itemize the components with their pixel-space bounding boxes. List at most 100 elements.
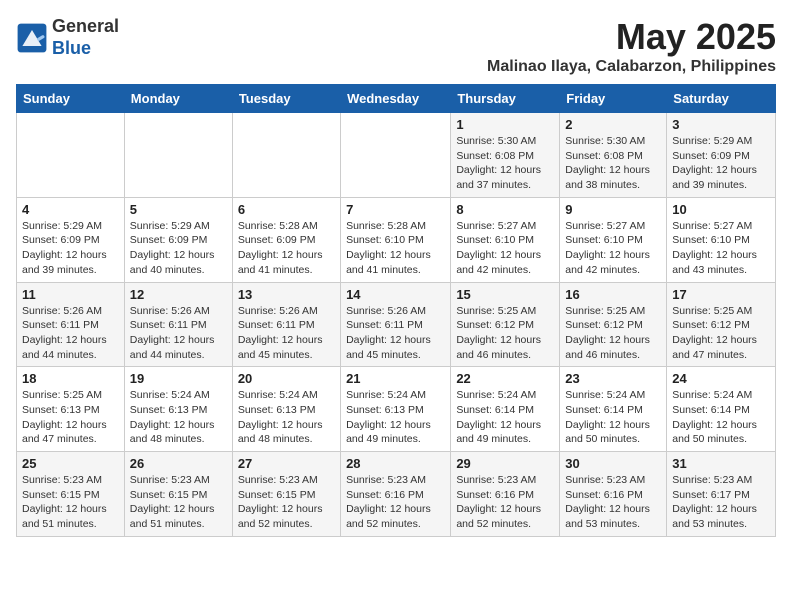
day-number: 5 bbox=[130, 202, 227, 217]
calendar-cell: 18 Sunrise: 5:25 AM Sunset: 6:13 PM Dayli… bbox=[17, 367, 125, 452]
calendar-cell bbox=[17, 113, 125, 198]
day-info: Sunrise: 5:28 AM Sunset: 6:09 PM Dayligh… bbox=[238, 219, 335, 278]
calendar-cell: 13Sunrise: 5:26 AM Sunset: 6:11 PM Dayli… bbox=[232, 282, 340, 367]
logo-general-text: General bbox=[52, 16, 119, 38]
day-info: Sunrise: 5:24 AM Sunset: 6:14 PM Dayligh… bbox=[672, 388, 770, 447]
calendar-cell: 20Sunrise: 5:24 AM Sunset: 6:13 PM Dayli… bbox=[232, 367, 340, 452]
day-info: Sunrise: 5:23 AM Sunset: 6:15 PM Dayligh… bbox=[130, 473, 227, 532]
day-number: 19 bbox=[130, 371, 227, 386]
calendar-cell bbox=[232, 113, 340, 198]
header-cell-sunday: Sunday bbox=[17, 85, 125, 113]
day-number: 12 bbox=[130, 287, 227, 302]
calendar-header-row: SundayMondayTuesdayWednesdayThursdayFrid… bbox=[17, 85, 776, 113]
day-number: 4 bbox=[22, 202, 119, 217]
day-number: 13 bbox=[238, 287, 335, 302]
calendar-week-row: 4 Sunrise: 5:29 AM Sunset: 6:09 PM Daylig… bbox=[17, 197, 776, 282]
calendar-cell: 22 Sunrise: 5:24 AM Sunset: 6:14 PM Dayli… bbox=[451, 367, 560, 452]
logo-blue-text: Blue bbox=[52, 38, 119, 60]
day-number: 7 bbox=[346, 202, 445, 217]
day-info: Sunrise: 5:30 AM Sunset: 6:08 PM Dayligh… bbox=[565, 134, 661, 193]
calendar-cell: 14 Sunrise: 5:26 AM Sunset: 6:11 PM Dayli… bbox=[341, 282, 451, 367]
day-info: Sunrise: 5:28 AM Sunset: 6:10 PM Dayligh… bbox=[346, 219, 445, 278]
header-cell-monday: Monday bbox=[124, 85, 232, 113]
calendar-cell: 8 Sunrise: 5:27 AM Sunset: 6:10 PM Daylig… bbox=[451, 197, 560, 282]
day-number: 24 bbox=[672, 371, 770, 386]
day-info: Sunrise: 5:26 AM Sunset: 6:11 PM Dayligh… bbox=[346, 304, 445, 363]
calendar-cell: 27 Sunrise: 5:23 AM Sunset: 6:15 PM Dayli… bbox=[232, 452, 340, 537]
title-area: May 2025 Malinao Ilaya, Calabarzon, Phil… bbox=[487, 16, 776, 76]
calendar-cell: 7 Sunrise: 5:28 AM Sunset: 6:10 PM Daylig… bbox=[341, 197, 451, 282]
day-info: Sunrise: 5:26 AM Sunset: 6:11 PM Dayligh… bbox=[22, 304, 119, 363]
header-cell-friday: Friday bbox=[560, 85, 667, 113]
header: General Blue May 2025 Malinao Ilaya, Cal… bbox=[16, 16, 776, 76]
logo-icon bbox=[16, 22, 48, 54]
day-info: Sunrise: 5:29 AM Sunset: 6:09 PM Dayligh… bbox=[130, 219, 227, 278]
calendar-cell: 9Sunrise: 5:27 AM Sunset: 6:10 PM Daylig… bbox=[560, 197, 667, 282]
day-number: 14 bbox=[346, 287, 445, 302]
calendar-cell: 31 Sunrise: 5:23 AM Sunset: 6:17 PM Dayli… bbox=[667, 452, 776, 537]
logo-text: General Blue bbox=[52, 16, 119, 59]
day-number: 27 bbox=[238, 456, 335, 471]
day-info: Sunrise: 5:23 AM Sunset: 6:16 PM Dayligh… bbox=[456, 473, 554, 532]
calendar-cell: 11 Sunrise: 5:26 AM Sunset: 6:11 PM Dayli… bbox=[17, 282, 125, 367]
day-info: Sunrise: 5:24 AM Sunset: 6:14 PM Dayligh… bbox=[565, 388, 661, 447]
header-cell-tuesday: Tuesday bbox=[232, 85, 340, 113]
header-cell-wednesday: Wednesday bbox=[341, 85, 451, 113]
day-info: Sunrise: 5:23 AM Sunset: 6:15 PM Dayligh… bbox=[238, 473, 335, 532]
day-info: Sunrise: 5:24 AM Sunset: 6:13 PM Dayligh… bbox=[130, 388, 227, 447]
calendar-cell: 28 Sunrise: 5:23 AM Sunset: 6:16 PM Dayli… bbox=[341, 452, 451, 537]
day-info: Sunrise: 5:24 AM Sunset: 6:14 PM Dayligh… bbox=[456, 388, 554, 447]
day-info: Sunrise: 5:23 AM Sunset: 6:17 PM Dayligh… bbox=[672, 473, 770, 532]
day-number: 18 bbox=[22, 371, 119, 386]
day-number: 6 bbox=[238, 202, 335, 217]
calendar-cell: 6 Sunrise: 5:28 AM Sunset: 6:09 PM Daylig… bbox=[232, 197, 340, 282]
day-number: 11 bbox=[22, 287, 119, 302]
day-number: 15 bbox=[456, 287, 554, 302]
calendar-cell: 15 Sunrise: 5:25 AM Sunset: 6:12 PM Dayli… bbox=[451, 282, 560, 367]
calendar-cell: 2Sunrise: 5:30 AM Sunset: 6:08 PM Daylig… bbox=[560, 113, 667, 198]
calendar-cell bbox=[124, 113, 232, 198]
day-number: 1 bbox=[456, 117, 554, 132]
day-info: Sunrise: 5:27 AM Sunset: 6:10 PM Dayligh… bbox=[565, 219, 661, 278]
header-cell-saturday: Saturday bbox=[667, 85, 776, 113]
calendar-cell bbox=[341, 113, 451, 198]
calendar-cell: 12 Sunrise: 5:26 AM Sunset: 6:11 PM Dayli… bbox=[124, 282, 232, 367]
day-info: Sunrise: 5:25 AM Sunset: 6:12 PM Dayligh… bbox=[565, 304, 661, 363]
day-info: Sunrise: 5:26 AM Sunset: 6:11 PM Dayligh… bbox=[130, 304, 227, 363]
calendar-cell: 16 Sunrise: 5:25 AM Sunset: 6:12 PM Dayli… bbox=[560, 282, 667, 367]
header-cell-thursday: Thursday bbox=[451, 85, 560, 113]
day-number: 8 bbox=[456, 202, 554, 217]
day-number: 30 bbox=[565, 456, 661, 471]
calendar-cell: 25Sunrise: 5:23 AM Sunset: 6:15 PM Dayli… bbox=[17, 452, 125, 537]
day-number: 22 bbox=[456, 371, 554, 386]
calendar-cell: 23Sunrise: 5:24 AM Sunset: 6:14 PM Dayli… bbox=[560, 367, 667, 452]
calendar-week-row: 11 Sunrise: 5:26 AM Sunset: 6:11 PM Dayli… bbox=[17, 282, 776, 367]
day-info: Sunrise: 5:25 AM Sunset: 6:12 PM Dayligh… bbox=[672, 304, 770, 363]
day-info: Sunrise: 5:23 AM Sunset: 6:16 PM Dayligh… bbox=[346, 473, 445, 532]
day-number: 17 bbox=[672, 287, 770, 302]
calendar-week-row: 1 Sunrise: 5:30 AM Sunset: 6:08 PM Daylig… bbox=[17, 113, 776, 198]
day-info: Sunrise: 5:25 AM Sunset: 6:13 PM Dayligh… bbox=[22, 388, 119, 447]
calendar-cell: 19 Sunrise: 5:24 AM Sunset: 6:13 PM Dayli… bbox=[124, 367, 232, 452]
day-number: 31 bbox=[672, 456, 770, 471]
day-info: Sunrise: 5:24 AM Sunset: 6:13 PM Dayligh… bbox=[346, 388, 445, 447]
calendar-cell: 24 Sunrise: 5:24 AM Sunset: 6:14 PM Dayli… bbox=[667, 367, 776, 452]
day-info: Sunrise: 5:27 AM Sunset: 6:10 PM Dayligh… bbox=[672, 219, 770, 278]
calendar-cell: 3Sunrise: 5:29 AM Sunset: 6:09 PM Daylig… bbox=[667, 113, 776, 198]
day-info: Sunrise: 5:29 AM Sunset: 6:09 PM Dayligh… bbox=[672, 134, 770, 193]
calendar-cell: 1Sunrise: 5:30 AM Sunset: 6:08 PM Daylig… bbox=[451, 113, 560, 198]
day-number: 16 bbox=[565, 287, 661, 302]
day-info: Sunrise: 5:23 AM Sunset: 6:16 PM Dayligh… bbox=[565, 473, 661, 532]
day-info: Sunrise: 5:23 AM Sunset: 6:15 PM Dayligh… bbox=[22, 473, 119, 532]
calendar-cell: 17 Sunrise: 5:25 AM Sunset: 6:12 PM Dayli… bbox=[667, 282, 776, 367]
day-info: Sunrise: 5:24 AM Sunset: 6:13 PM Dayligh… bbox=[238, 388, 335, 447]
day-info: Sunrise: 5:25 AM Sunset: 6:12 PM Dayligh… bbox=[456, 304, 554, 363]
calendar-cell: 21Sunrise: 5:24 AM Sunset: 6:13 PM Dayli… bbox=[341, 367, 451, 452]
day-number: 28 bbox=[346, 456, 445, 471]
day-info: Sunrise: 5:27 AM Sunset: 6:10 PM Dayligh… bbox=[456, 219, 554, 278]
day-number: 29 bbox=[456, 456, 554, 471]
calendar-cell: 26Sunrise: 5:23 AM Sunset: 6:15 PM Dayli… bbox=[124, 452, 232, 537]
calendar-cell: 30 Sunrise: 5:23 AM Sunset: 6:16 PM Dayli… bbox=[560, 452, 667, 537]
location-title: Malinao Ilaya, Calabarzon, Philippines bbox=[487, 58, 776, 76]
day-number: 10 bbox=[672, 202, 770, 217]
